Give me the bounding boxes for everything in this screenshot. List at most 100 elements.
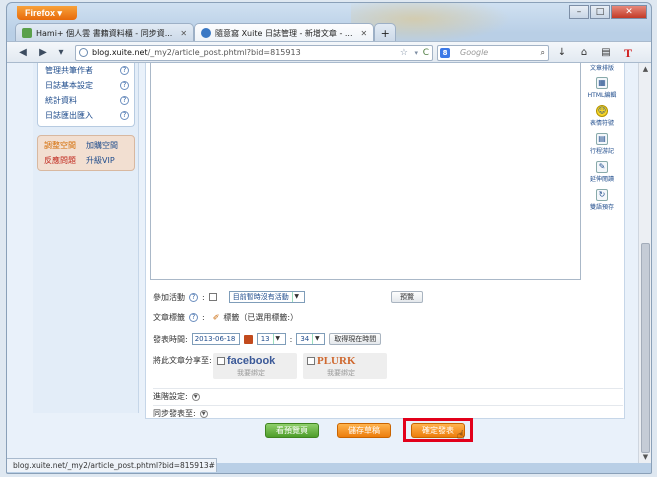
get-current-time-button[interactable]: 取得現在時間: [329, 333, 382, 345]
tab-close-icon[interactable]: ✕: [361, 29, 368, 38]
tool-label: 延伸閱讀: [589, 176, 614, 183]
url-path: /_my2/article_post.phtml?bid=815913: [147, 48, 301, 57]
vertical-scrollbar[interactable]: ▲ ▼: [638, 63, 651, 463]
save-draft-button[interactable]: 儲存草稿: [337, 423, 391, 438]
help-icon[interactable]: ?: [189, 313, 198, 322]
plurk-checkbox[interactable]: [307, 357, 315, 365]
facebook-logo: facebook: [227, 355, 276, 367]
sidebar-item-label: 統計資料: [45, 96, 77, 105]
sidebar-item-import-export[interactable]: 日誌匯出匯入?: [38, 108, 134, 123]
tab-xuite[interactable]: 隨意窩 Xuite 日誌管理 - 新增文章 - ... ✕: [194, 23, 375, 42]
tab-hami[interactable]: Hami+ 個人雲 書籍資料櫃 - 同步資... ✕: [15, 23, 195, 42]
browser-window: Firefox ▾ – □ ✕ Hami+ 個人雲 書籍資料櫃 - 同步資...…: [6, 2, 652, 474]
hour-select[interactable]: 13 ▼: [256, 333, 286, 345]
sidebar-item-stats[interactable]: 統計資料?: [38, 93, 134, 108]
sidebar-item-coauthors[interactable]: 管理共筆作者?: [38, 63, 134, 78]
sync-label: 同步發表至:: [153, 409, 196, 418]
url-bar[interactable]: blog.xuite.net/_my2/article_post.phtml?b…: [75, 45, 433, 61]
bookmarks-menu-icon[interactable]: ▤: [597, 45, 615, 61]
plurk-share[interactable]: PLURK 我要綁定: [303, 353, 387, 379]
tags-link[interactable]: 標籤（已選用標籤:）: [223, 312, 298, 323]
tool-related[interactable]: ✎ 延伸閱讀: [585, 161, 619, 187]
close-icon[interactable]: ✕: [611, 5, 647, 19]
help-icon[interactable]: ?: [120, 96, 129, 105]
page-content: 管理共筆作者? 日誌基本設定? 統計資料? 日誌匯出匯入? 調整空間 加購空間 …: [7, 63, 638, 463]
upgrade-vip-link[interactable]: 升級VIP: [86, 155, 128, 166]
scroll-down-icon[interactable]: ▼: [639, 451, 651, 463]
tool-html[interactable]: ▦ HTML編輯: [585, 77, 619, 103]
hami-favicon-icon: [22, 28, 32, 38]
activity-label: 參加活動: [153, 292, 185, 302]
plurk-logo: PLURK: [317, 355, 356, 367]
article-editor[interactable]: [150, 63, 581, 280]
scroll-up-icon[interactable]: ▲: [639, 63, 651, 75]
edit-icon: ✎: [596, 161, 608, 173]
bookmark-star-icon[interactable]: ☆: [400, 46, 408, 60]
facebook-share[interactable]: facebook 我要綁定: [213, 353, 297, 379]
tab-strip: Hami+ 個人雲 書籍資料櫃 - 同步資... ✕ 隨意窩 Xuite 日誌管…: [15, 23, 397, 42]
feedback-link[interactable]: 反應問題: [44, 155, 86, 166]
sync-expand-icon[interactable]: ▼: [199, 409, 208, 418]
plurk-bind-link[interactable]: 我要綁定: [327, 368, 355, 378]
sidebar-item-settings[interactable]: 日誌基本設定?: [38, 78, 134, 93]
reload-icon[interactable]: C: [423, 46, 429, 60]
activity-checkbox[interactable]: [208, 293, 217, 301]
maximize-icon[interactable]: □: [590, 5, 610, 19]
firefox-menu-button[interactable]: Firefox ▾: [17, 6, 77, 20]
help-icon[interactable]: ?: [120, 81, 129, 90]
facebook-bind-link[interactable]: 我要綁定: [237, 368, 265, 378]
publish-time-label: 發表時間:: [153, 334, 188, 344]
date-field[interactable]: 2013-06-18: [191, 333, 240, 345]
hand-cursor-icon: ☝: [457, 428, 465, 442]
search-input[interactable]: 8 Google ⌕: [437, 45, 549, 61]
forward-icon[interactable]: ▶: [35, 45, 51, 61]
chevron-down-icon: ▼: [272, 334, 282, 344]
html-icon: ▦: [596, 77, 608, 89]
tool-itinerary[interactable]: ▤ 行程游記: [585, 133, 619, 159]
preview-page-button[interactable]: 看預覽頁: [265, 423, 319, 438]
new-tab-button[interactable]: +: [374, 23, 397, 42]
tags-label: 文章標籤: [153, 313, 185, 322]
minute-select[interactable]: 34 ▼: [296, 333, 326, 345]
scroll-thumb[interactable]: [641, 243, 650, 453]
space-menu: 調整空間 加購空間 反應問題 升級VIP: [37, 135, 135, 171]
tab-label: 隨意窩 Xuite 日誌管理 - 新增文章 - ...: [215, 28, 353, 38]
url-dropdown-icon[interactable]: ▾: [414, 46, 418, 60]
help-icon[interactable]: ?: [120, 66, 129, 75]
calendar-icon[interactable]: [243, 334, 253, 344]
preview-small-button[interactable]: 預覽: [391, 291, 423, 303]
advanced-expand-icon[interactable]: ▼: [191, 392, 200, 401]
search-placeholder: Google: [460, 48, 489, 57]
tool-label: 表情符號: [589, 120, 614, 127]
sidebar-item-label: 日誌匯出匯入: [45, 111, 93, 120]
sidebar-item-label: 日誌基本設定: [45, 81, 93, 90]
back-icon[interactable]: ◀: [15, 45, 31, 61]
help-icon[interactable]: ?: [189, 292, 198, 302]
tool-emoticons[interactable]: ☺ 表情符號: [585, 105, 619, 131]
adjust-space-link[interactable]: 調整空間: [44, 140, 86, 151]
refresh-icon: ↻: [596, 189, 608, 201]
smiley-icon: ☺: [596, 105, 608, 117]
chevron-down-icon: ▼: [291, 292, 301, 302]
activity-select[interactable]: 目前暫時沒有活動 ▼: [228, 291, 305, 303]
site-identity-icon[interactable]: [79, 48, 88, 57]
toolbar-icons: ↓ ⌂ ▤ T: [553, 45, 637, 61]
history-dropdown-icon[interactable]: ▾: [53, 45, 69, 61]
sidebar: 管理共筆作者? 日誌基本設定? 統計資料? 日誌匯出匯入? 調整空間 加購空間 …: [33, 63, 139, 413]
addon-t-icon[interactable]: T: [619, 45, 637, 61]
minimize-icon[interactable]: –: [569, 5, 589, 19]
tool-bilingual[interactable]: ↻ 雙語預存: [585, 189, 619, 215]
search-icon[interactable]: ⌕: [541, 46, 545, 60]
chevron-down-icon: ▼: [312, 334, 321, 344]
download-icon[interactable]: ↓: [553, 45, 571, 61]
tab-close-icon[interactable]: ✕: [180, 29, 187, 38]
buy-space-link[interactable]: 加購空間: [86, 140, 128, 151]
activity-select-value: 目前暫時沒有活動: [232, 293, 289, 301]
window-controls: – □ ✕: [569, 5, 647, 19]
advanced-row: 進階設定: ▼: [153, 388, 623, 402]
help-icon[interactable]: ?: [120, 111, 129, 120]
home-icon[interactable]: ⌂: [575, 45, 593, 61]
search-engine-icon[interactable]: 8: [440, 48, 450, 58]
facebook-checkbox[interactable]: [217, 357, 225, 365]
tool-layout[interactable]: 文章排版: [585, 63, 619, 73]
